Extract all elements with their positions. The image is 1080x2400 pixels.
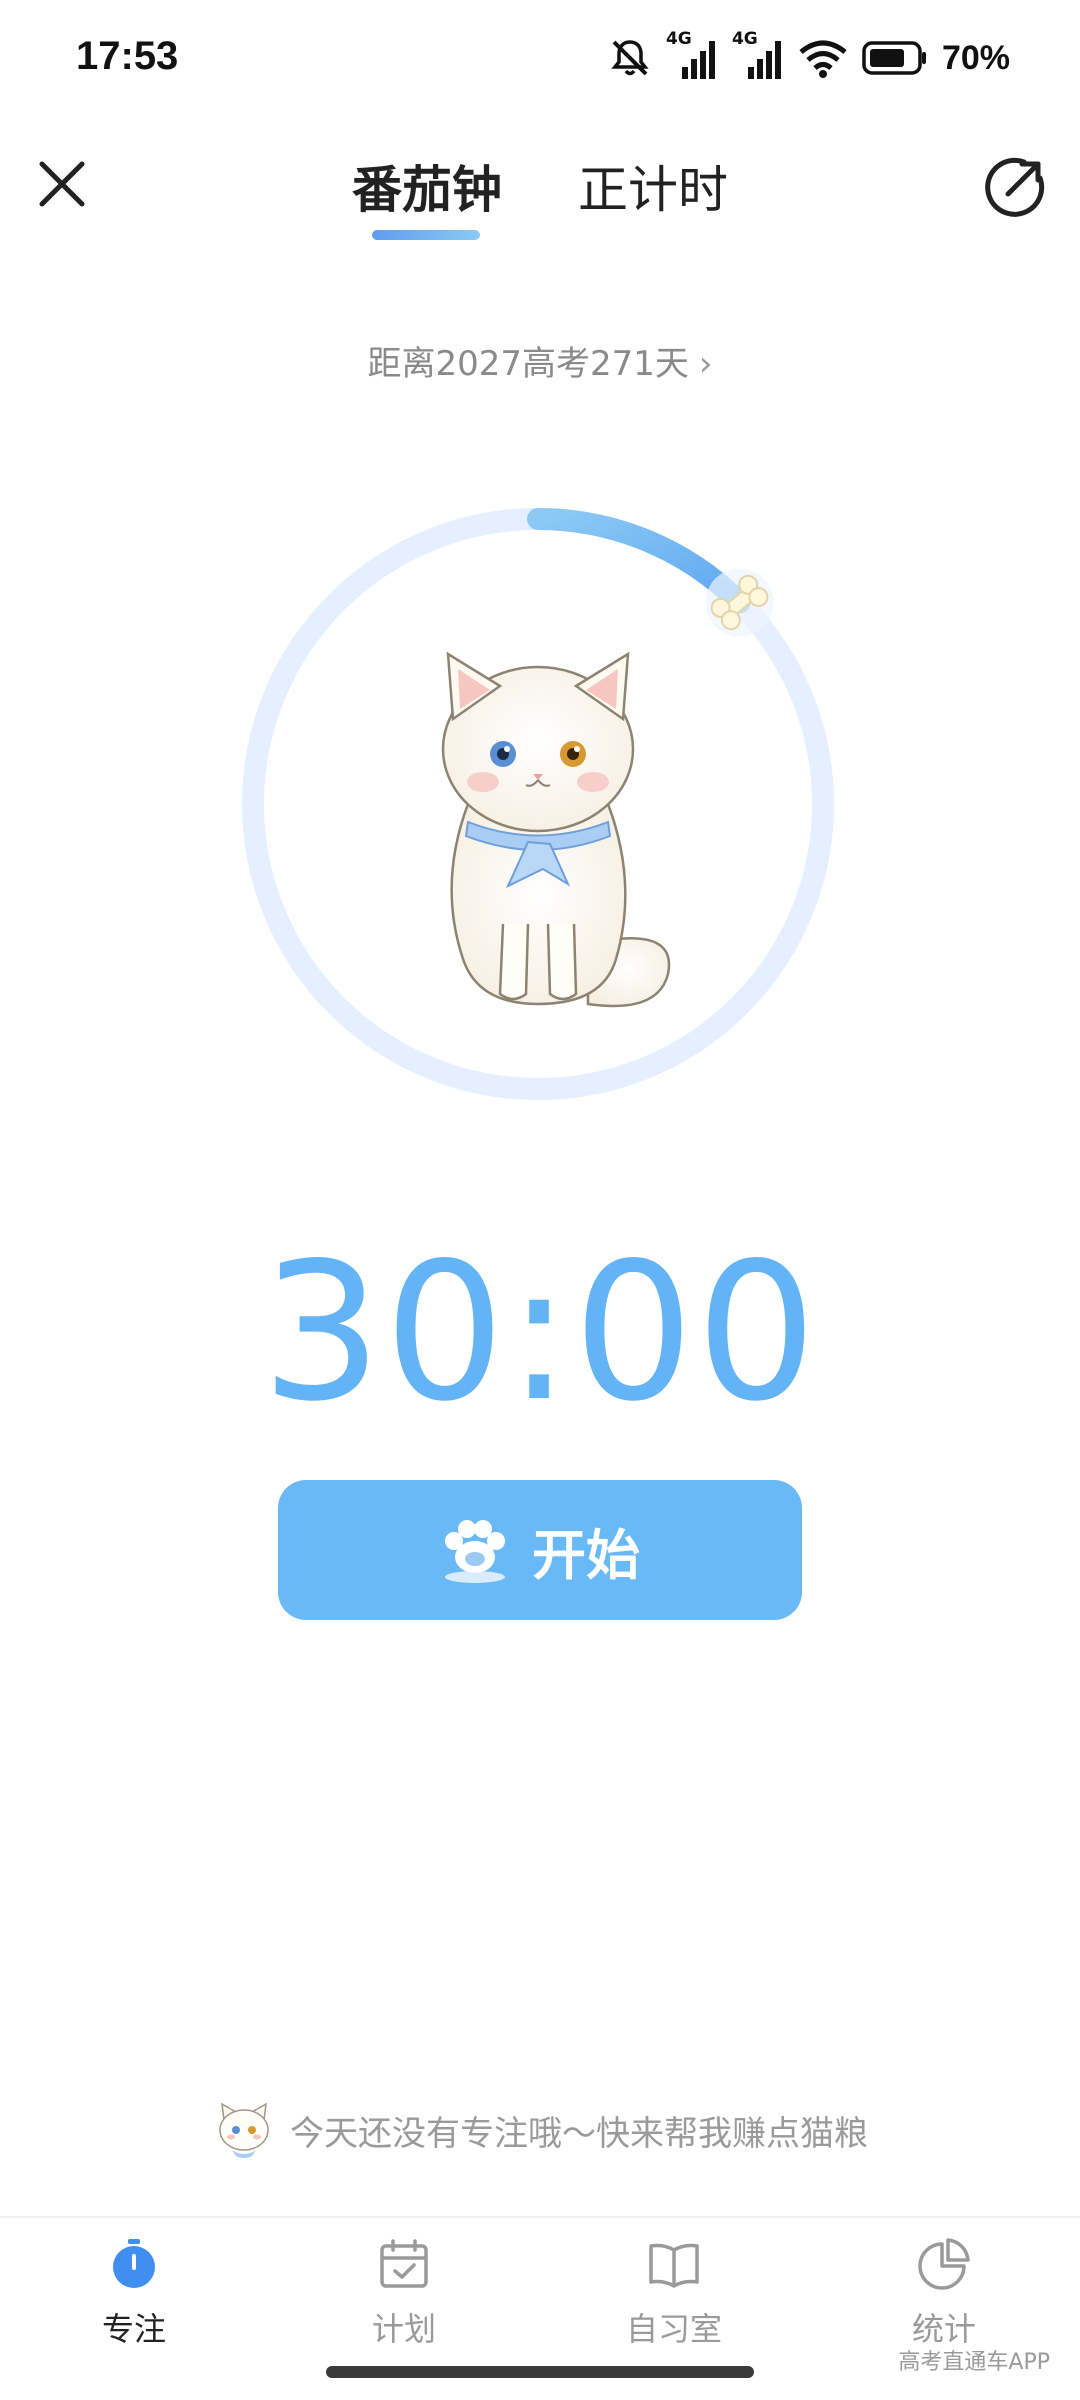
- timer-display: 30:00: [261, 1222, 819, 1443]
- book-icon: [649, 2243, 699, 2288]
- stopwatch-icon: [113, 2239, 155, 2288]
- active-tab-indicator: [372, 230, 480, 240]
- exam-countdown[interactable]: 距离2027高考271天 ›: [0, 336, 1080, 385]
- start-button-label: 开始: [532, 1523, 640, 1587]
- bone-handle[interactable]: [705, 568, 774, 637]
- cat-mascot-icon: [441, 651, 671, 1008]
- nav-item-plan[interactable]: 计划: [304, 2236, 504, 2366]
- nav-item-focus[interactable]: 专注: [34, 2236, 234, 2366]
- signal-2: 4G: [732, 29, 784, 83]
- status-icons: 4G 4G 70%: [608, 29, 1010, 86]
- cat-avatar-icon: [219, 2102, 269, 2158]
- start-button[interactable]: 开始: [278, 1480, 802, 1620]
- status-bar: 17:53 4G 4G 70%: [0, 0, 1080, 120]
- close-icon: [39, 161, 85, 207]
- signal-1: 4G: [666, 29, 718, 83]
- wifi-icon: [799, 40, 847, 78]
- pie-chart-icon: [918, 2238, 970, 2290]
- battery-icon: [862, 41, 926, 75]
- share-icon: [985, 157, 1045, 217]
- nav-label: 自习室: [625, 2310, 722, 2348]
- chevron-right-icon: ›: [698, 344, 713, 384]
- timer-ring-svg: [242, 508, 834, 1100]
- battery-percentage: 70%: [941, 38, 1010, 77]
- nav-label: 计划: [371, 2310, 436, 2348]
- signal-icon: [747, 41, 781, 79]
- status-time: 17:53: [76, 34, 179, 78]
- nav-divider: [0, 2216, 1080, 2218]
- nav-item-study-room[interactable]: 自习室: [574, 2236, 774, 2366]
- share-button[interactable]: [984, 154, 1048, 218]
- tab-pomodoro[interactable]: 番茄钟: [352, 150, 502, 220]
- mute-icon: [611, 40, 649, 76]
- nav-label: 专注: [101, 2310, 166, 2348]
- paw-icon: [445, 1520, 505, 1583]
- tab-stopwatch[interactable]: 正计时: [578, 150, 728, 220]
- close-button[interactable]: [34, 156, 90, 212]
- calendar-check-icon: [380, 2239, 428, 2288]
- focus-tip-text: 今天还没有专注哦～快来帮我赚点猫粮: [290, 2113, 868, 2154]
- watermark: 高考直通车APP: [898, 2350, 1050, 2375]
- timer-ring: [238, 504, 838, 1104]
- focus-tip: 今天还没有专注哦～快来帮我赚点猫粮: [0, 2098, 1080, 2162]
- home-indicator[interactable]: [326, 2366, 754, 2378]
- exam-countdown-text: 距离2027高考271天: [367, 344, 689, 384]
- signal-icon: [681, 41, 715, 79]
